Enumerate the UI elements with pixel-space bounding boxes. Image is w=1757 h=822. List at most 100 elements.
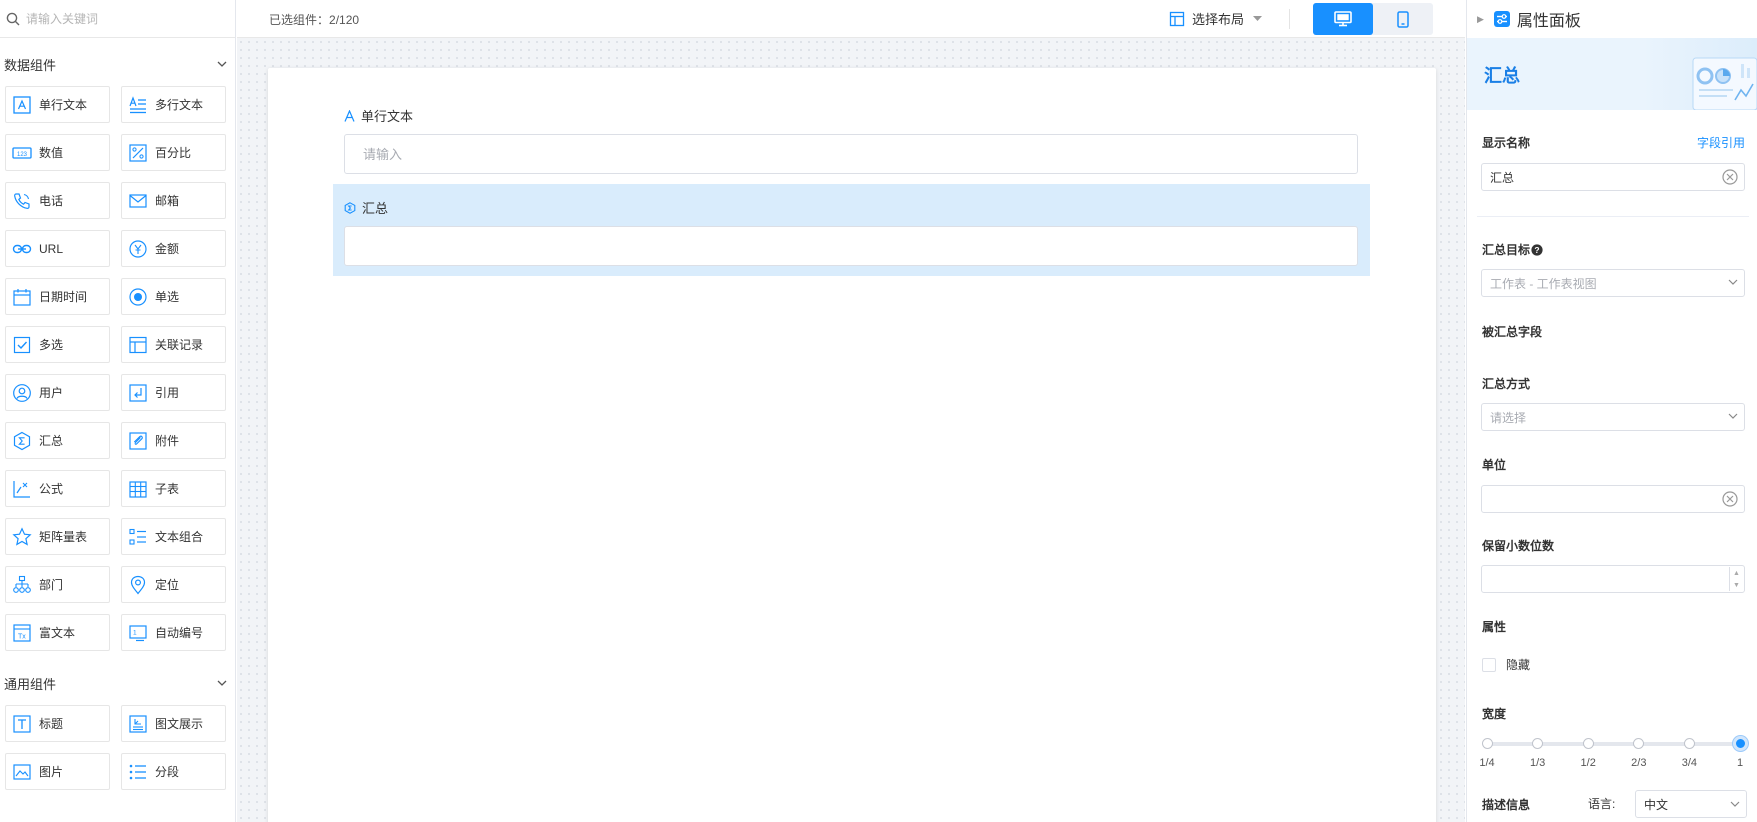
component-item-radio[interactable]: 单选 [121,278,226,315]
slider-stop[interactable] [1481,738,1493,749]
component-item-label: 部门 [39,578,64,592]
component-banner: 汇总 [1467,38,1757,110]
language-select[interactable]: 中文 [1635,790,1747,818]
component-item-department[interactable]: 部门 [5,566,110,603]
component-item-label: 金额 [155,242,180,256]
form-paper: 单行文本 汇总 [268,68,1436,822]
single-line-text-icon [344,109,355,122]
description-label: 描述信息 [1482,798,1531,812]
component-item-label: 用户 [39,386,64,400]
stepper-up-icon[interactable]: ▲ [1733,570,1740,577]
group-header-data[interactable]: 数据组件 [0,54,235,74]
checkbox-icon [12,335,32,355]
clear-icon[interactable] [1722,491,1738,507]
component-item-section[interactable]: 分段 [121,753,226,790]
form-designer: 已选组件：2/120 选择布局 单行文本 请输入 汇总 [237,0,1465,822]
mobile-view-button[interactable] [1373,3,1433,35]
component-item-user[interactable]: 用户 [5,374,110,411]
component-item-subtable[interactable]: 子表 [121,470,226,507]
component-item-number[interactable]: 123 数值 [5,134,110,171]
form-field-summary-selected[interactable]: 汇总 [333,184,1370,276]
group-title: 通用组件 [4,676,57,692]
component-item-link[interactable]: URL [5,230,110,267]
hidden-label: 隐藏 [1506,658,1531,672]
component-item-email[interactable]: 邮箱 [121,182,226,219]
desktop-view-button[interactable] [1313,3,1373,35]
clear-icon[interactable] [1722,169,1738,185]
form-field-single-line-text[interactable]: 单行文本 [333,98,1370,178]
component-item-percent[interactable]: 百分比 [121,134,226,171]
search-input[interactable] [26,11,226,26]
link-icon [12,239,32,259]
component-item-label: 单选 [155,290,180,304]
component-item-text-group[interactable]: 文本组合 [121,518,226,555]
selected-count: 已选组件：2/120 [269,11,359,28]
width-tick-label: 3/4 [1681,757,1698,769]
designer-toolbar: 已选组件：2/120 选择布局 [237,0,1465,38]
width-slider[interactable] [1481,736,1748,751]
help-icon[interactable]: ? [1531,243,1543,256]
decimals-input[interactable]: ▲ ▼ [1481,565,1745,593]
summary-input[interactable] [344,226,1358,266]
component-item-image-text[interactable]: 图文展示 [121,705,226,742]
component-item-auto-number[interactable]: 1 自动编号 [121,614,226,651]
single-line-text-input[interactable] [344,134,1358,174]
component-item-label: 标题 [39,717,64,731]
selected-value: 2/120 [329,13,360,27]
hidden-checkbox[interactable]: 隐藏 [1482,656,1530,673]
component-item-phone[interactable]: 电话 [5,182,110,219]
component-item-currency[interactable]: 金额 [121,230,226,267]
chevron-down-icon [1728,279,1738,285]
component-item-checkbox[interactable]: 多选 [5,326,110,363]
number-icon: 123 [12,143,32,163]
component-item-label: 公式 [39,482,64,496]
group-header-general[interactable]: 通用组件 [0,673,235,693]
stepper-down-icon[interactable]: ▼ [1733,582,1740,589]
slider-handle[interactable] [1732,736,1748,751]
summary-target-select[interactable]: 工作表 - 工作表视图 [1481,269,1745,297]
component-item-label: 定位 [155,578,180,592]
component-item-label: 富文本 [39,626,76,640]
user-icon [12,383,32,403]
component-item-single-line-text[interactable]: 单行文本 [5,86,110,123]
component-item-label: 汇总 [39,434,64,448]
email-icon [128,191,148,211]
component-item-multi-line-text[interactable]: 多行文本 [121,86,226,123]
checkbox-box[interactable] [1482,657,1496,672]
component-item-relation[interactable]: 关联记录 [121,326,226,363]
chevron-down-icon [1730,801,1740,807]
field-reference-link[interactable]: 字段引用 [1697,134,1745,151]
component-item-calendar[interactable]: 日期时间 [5,278,110,315]
unit-input[interactable] [1481,485,1745,513]
width-tick-label: 1/2 [1580,757,1596,769]
component-item-summary[interactable]: 汇总 [5,422,110,459]
component-item-image[interactable]: 图片 [5,753,110,790]
width-label: 宽度 [1482,707,1507,721]
component-item-reference[interactable]: 引用 [121,374,226,411]
layout-select-button[interactable]: 选择布局 [1169,9,1263,28]
svg-text:123: 123 [17,152,28,158]
component-item-attachment[interactable]: 附件 [121,422,226,459]
component-item-formula[interactable]: 公式 [5,470,110,507]
single-line-text-icon [12,95,32,115]
panel-header[interactable]: ▶ 属性面板 [1467,0,1757,38]
width-tick-label: 1/4 [1479,757,1495,769]
divider [1477,216,1749,217]
summary-icon [12,431,32,451]
component-item-rich-text[interactable]: Tx 富文本 [5,614,110,651]
slider-stop[interactable] [1683,738,1695,749]
summary-target-label: 汇总目标 [1482,243,1531,257]
image-icon [12,762,32,782]
component-item-title[interactable]: 标题 [5,705,110,742]
slider-stop[interactable] [1532,738,1544,749]
component-item-label: 矩阵量表 [39,530,88,544]
display-name-input[interactable]: 汇总 [1481,163,1745,191]
component-item-location[interactable]: 定位 [121,566,226,603]
field-label: 汇总 [344,198,388,217]
slider-stop[interactable] [1633,738,1645,749]
component-item-matrix-scale[interactable]: 矩阵量表 [5,518,110,555]
component-item-label: 多选 [39,338,64,352]
summary-method-select[interactable]: 请选择 [1481,403,1745,431]
number-stepper[interactable]: ▲ ▼ [1729,567,1743,591]
slider-stop[interactable] [1582,738,1594,749]
